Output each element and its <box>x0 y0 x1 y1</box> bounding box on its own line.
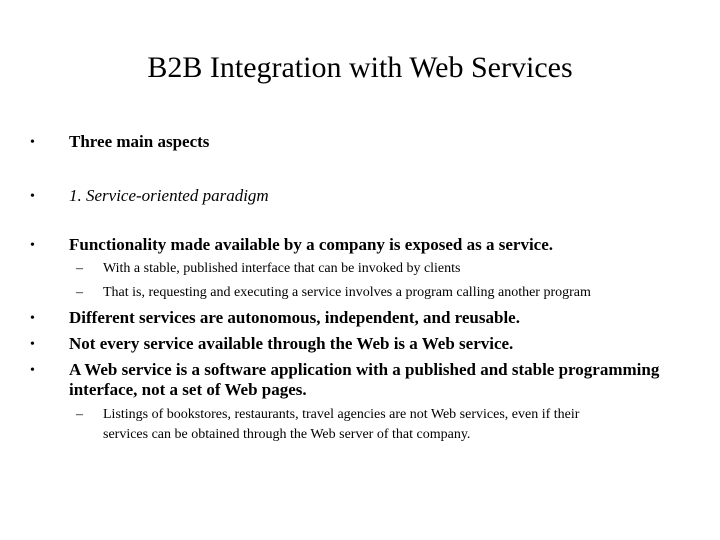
sub-bullet-text-line-1: Listings of bookstores, restaurants, tra… <box>103 407 580 422</box>
bullet-marker: • <box>30 311 35 326</box>
bullet-marker: • <box>30 135 35 150</box>
slide-title: B2B Integration with Web Services <box>147 51 573 84</box>
dash-marker: – <box>76 407 83 422</box>
bullet-text-line-1: A Web service is a software application … <box>69 360 660 379</box>
bullet-marker: • <box>30 337 35 352</box>
bullet-marker: • <box>30 363 35 378</box>
dash-marker: – <box>76 261 83 276</box>
bullet-marker: • <box>30 189 35 204</box>
bullet-text: Not every service available through the … <box>69 334 514 353</box>
bullet-text: Three main aspects <box>69 132 210 151</box>
bullet-text-line-2: interface, not a set of Web pages. <box>69 380 307 399</box>
bullet-text: 1. Service-oriented paradigm <box>69 186 269 205</box>
bullet-text: Different services are autonomous, indep… <box>69 308 520 327</box>
bullet-text: Functionality made available by a compan… <box>69 235 554 254</box>
sub-bullet-text: That is, requesting and executing a serv… <box>103 285 591 300</box>
dash-marker: – <box>76 285 83 300</box>
bullet-marker: • <box>30 238 35 253</box>
sub-bullet-text: With a stable, published interface that … <box>103 261 461 276</box>
sub-bullet-text-line-2: services can be obtained through the Web… <box>103 427 471 442</box>
